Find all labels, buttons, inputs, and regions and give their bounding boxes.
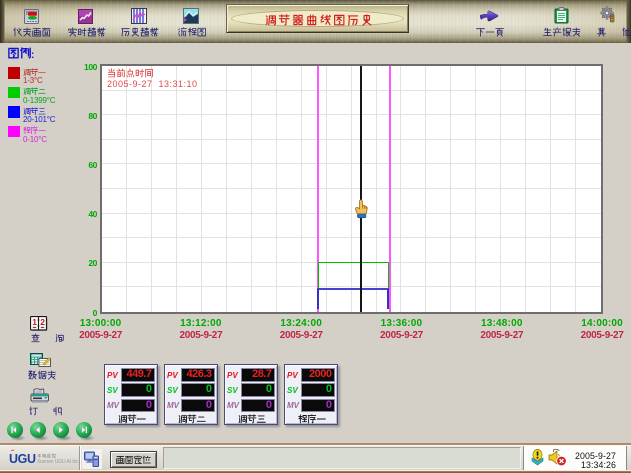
svg-text:2: 2 — [40, 317, 45, 327]
svg-text:1: 1 — [32, 317, 37, 327]
